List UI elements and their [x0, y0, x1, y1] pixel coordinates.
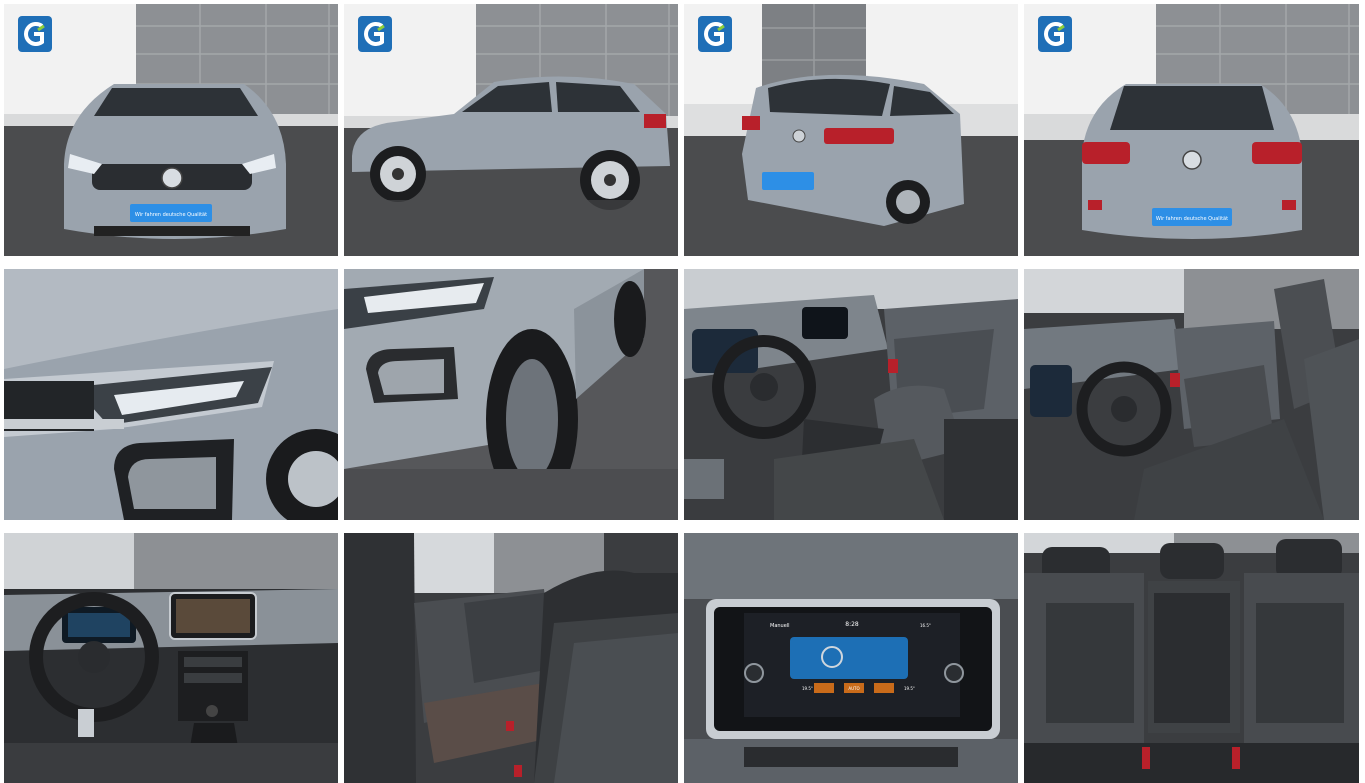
photo-interior-driver[interactable]: [684, 269, 1018, 520]
photo-front[interactable]: Wir fahren deutsche Qualität: [4, 4, 338, 256]
company-logo-icon: [1038, 16, 1072, 52]
screen-top-left: Manuell: [770, 623, 790, 629]
photo-rear[interactable]: Wir fahren deutsche Qualität: [1024, 4, 1359, 256]
photo-rear-seats-side[interactable]: [344, 533, 678, 783]
plate-text: Wir fahren deutsche Qualität: [1156, 216, 1228, 222]
screen-time: 8:28: [845, 621, 859, 628]
screen-temp-right: 19.5°: [904, 686, 915, 691]
photo-rear-three-quarter[interactable]: [684, 4, 1018, 256]
company-logo-icon: [698, 16, 732, 52]
vw-emblem-icon: [792, 129, 806, 143]
company-logo-icon: [358, 16, 392, 52]
photo-side[interactable]: [344, 4, 678, 256]
vw-emblem-icon: [1182, 150, 1202, 170]
photo-front-wheel-closeup[interactable]: [344, 269, 678, 520]
screen-right-value: 16.5°: [920, 623, 931, 628]
company-logo-icon: [18, 16, 52, 52]
vw-emblem-icon: [161, 167, 183, 189]
plate-text: Wir fahren deutsche Qualität: [135, 212, 207, 218]
screen-temp-left: 19.5°: [802, 686, 813, 691]
photo-interior-cabin[interactable]: [1024, 269, 1359, 520]
photo-infotainment-screen[interactable]: Manuell 8:28 19.5° AUTO 19.5° 16.5°: [684, 533, 1018, 783]
screen-temp-mid: AUTO: [848, 686, 859, 691]
photo-dashboard[interactable]: [4, 533, 338, 783]
photo-headlight-closeup[interactable]: [4, 269, 338, 520]
photo-gallery: Wir fahren deutsche Qualität Wir fahren …: [0, 0, 1365, 783]
photo-rear-bench[interactable]: [1024, 533, 1359, 783]
